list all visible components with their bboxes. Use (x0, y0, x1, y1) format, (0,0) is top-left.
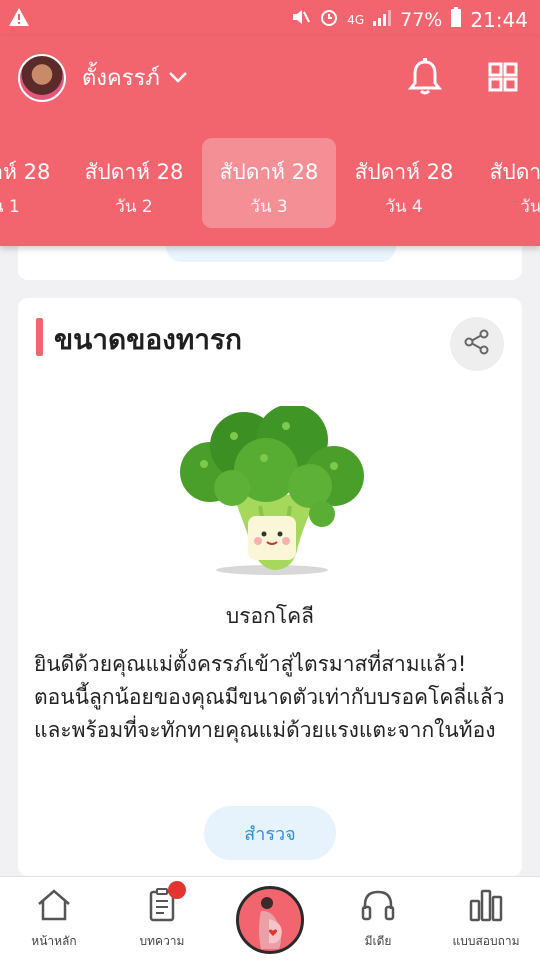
week-title: สัปดาห์ 28 (84, 160, 184, 184)
week-tab[interactable]: สัปดาห์ 28 วัน 2 (67, 138, 201, 228)
signal-icon (372, 8, 392, 31)
explore-button[interactable]: สำรวจ (204, 806, 336, 860)
mute-icon (291, 8, 311, 31)
bell-icon[interactable] (407, 58, 443, 100)
title-accent-bar (36, 318, 43, 356)
week-tab-active[interactable]: สัปดาห์ 28 วัน 3 (202, 138, 336, 228)
week-selector: สัปดาห์ 28 วัน 1 สัปดาห์ 28 วัน 2 สัปดาห… (0, 138, 540, 228)
home-icon (38, 889, 70, 921)
network-type: 4G (347, 12, 365, 27)
user-switcher[interactable]: ตั้งครรภ์ (82, 60, 188, 95)
baby-size-description: ยินดีด้วยคุณแม่ตั้งครรภ์เข้าสู่ไตรมาสที่… (34, 652, 505, 742)
app-header: ตั้งครรภ์ สัปดาห์ 28 วัน 1 สัปดาห์ 28 วั… (0, 36, 540, 246)
week-title: สัปดาห์ 28 (489, 160, 540, 184)
notification-badge (168, 881, 186, 899)
share-icon (463, 328, 491, 360)
nav-label: หน้าหลัก (31, 934, 77, 948)
week-title: สัปดาห์ 28 (219, 160, 319, 184)
grid-menu-icon[interactable] (488, 62, 518, 96)
week-day: วัน 3 (250, 197, 288, 217)
user-name: ตั้งครรภ์ (82, 66, 160, 91)
nav-articles[interactable]: บทความ (108, 877, 216, 960)
pregnant-icon (259, 897, 282, 949)
broccoli-illustration (174, 404, 364, 580)
chevron-down-icon (168, 65, 188, 90)
clock: 21:44 (470, 7, 528, 32)
nav-label: แบบสอบถาม (452, 934, 520, 948)
week-day: วัน 5 (520, 197, 540, 217)
alarm-icon (319, 7, 339, 32)
week-tab[interactable]: สัปดาห์ 28 วัน 4 (337, 138, 471, 228)
baby-size-card: ขนาดของทารก บรอกโคลี ยินดีด้วยคุณแม่ตั้ง… (18, 298, 522, 876)
battery-percent: 77% (400, 8, 443, 31)
fruit-name: บรอกโคลี (225, 604, 315, 628)
week-tab[interactable]: สัปดาห์ 28 วัน 1 (0, 138, 68, 228)
week-day: วัน 1 (0, 197, 20, 217)
battery-icon (450, 7, 462, 32)
week-tab[interactable]: สัปดาห์ 28 วัน 5 (472, 138, 540, 228)
status-bar: 4G 77% 21:44 (0, 0, 540, 36)
week-day: วัน 4 (385, 197, 423, 217)
headphones-icon (361, 890, 395, 921)
week-day: วัน 2 (115, 197, 153, 217)
share-button[interactable] (450, 317, 504, 371)
bar-chart-icon (469, 889, 503, 922)
nav-survey[interactable]: แบบสอบถาม (432, 877, 540, 960)
nav-label: บทความ (139, 934, 185, 948)
nav-label: มีเดีย (364, 934, 392, 948)
week-title: สัปดาห์ 28 (0, 160, 51, 184)
card-title: ขนาดของทารก (54, 323, 242, 356)
nav-home[interactable]: หน้าหลัก (0, 877, 108, 960)
warning-icon (8, 7, 30, 31)
week-title: สัปดาห์ 28 (354, 160, 454, 184)
nav-media[interactable]: มีเดีย (324, 877, 432, 960)
pregnancy-center-button[interactable] (236, 886, 304, 954)
avatar[interactable] (18, 54, 66, 102)
